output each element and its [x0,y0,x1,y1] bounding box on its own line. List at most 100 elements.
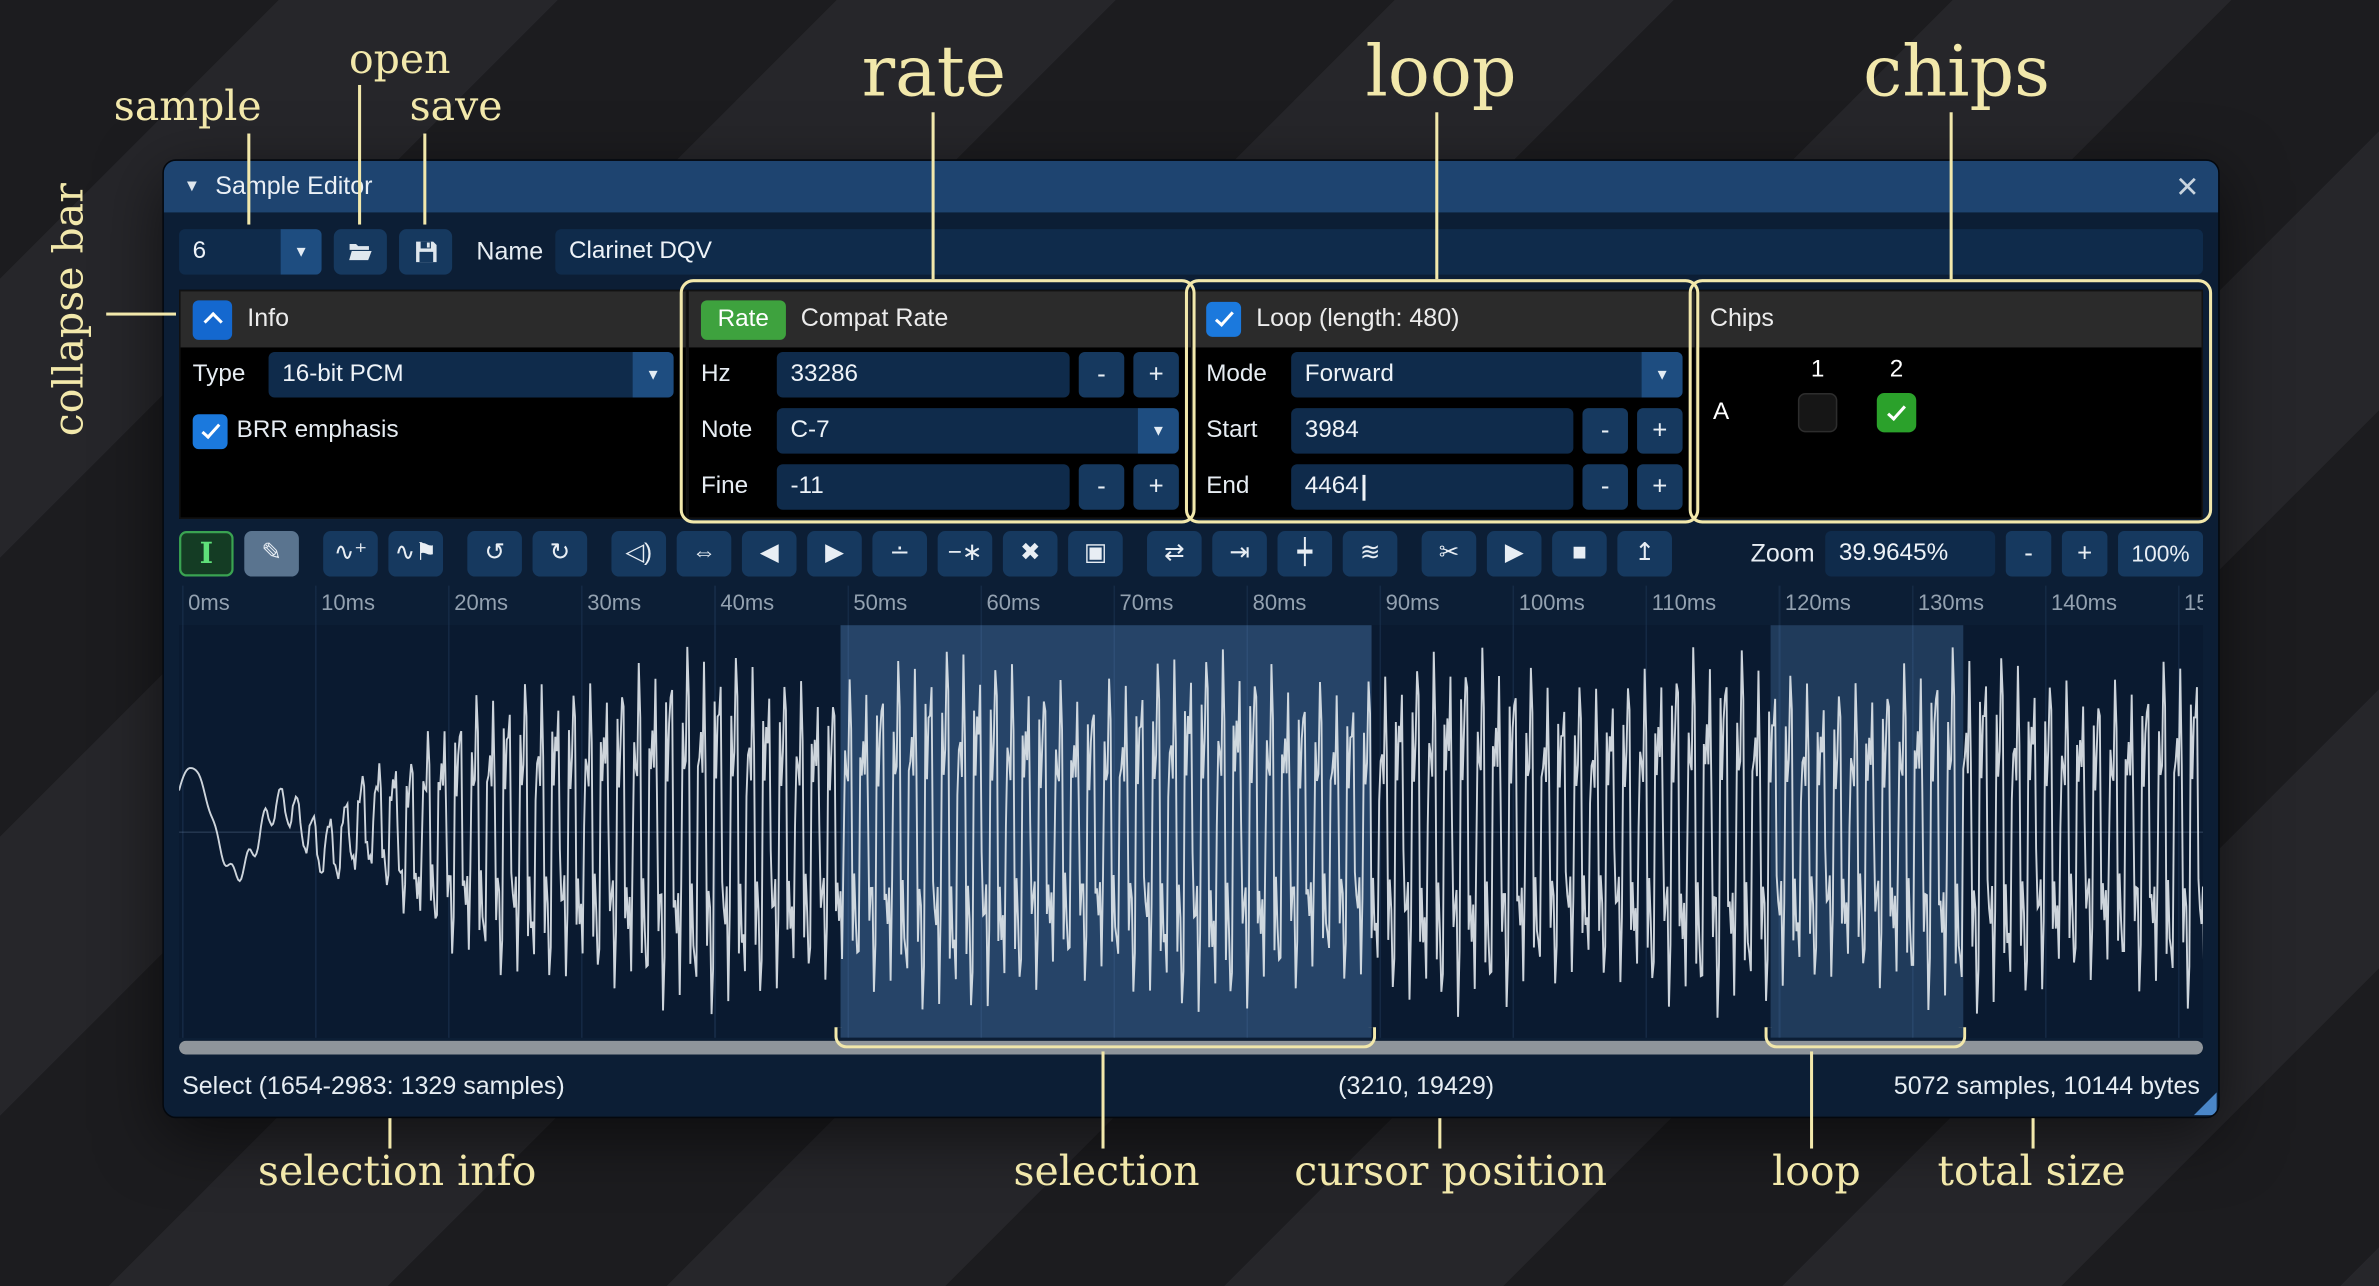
status-bar: Select (1654-2983: 1329 samples) (3210, … [179,1054,2203,1118]
zoom-in-button[interactable]: + [2062,531,2108,577]
timeline-label: 80ms [1253,592,1307,616]
preview-play-button[interactable]: ▶ [1487,531,1542,577]
chip-2-checkbox[interactable] [1877,393,1916,432]
annotation-sample: sample [114,83,262,130]
chevron-down-icon[interactable]: ▼ [1642,352,1683,398]
preview-stop-button[interactable]: ■ [1552,531,1607,577]
rate-toggle-badge[interactable]: Rate [701,300,786,339]
waveform-display[interactable] [179,625,2203,1038]
loop-mode-label: Mode [1206,361,1282,388]
fine-decrease-button[interactable]: - [1079,464,1125,510]
loop-enable-checkbox[interactable] [1206,302,1241,337]
timeline-label: 120ms [1785,592,1851,616]
insert-point-icon: ┿ [1297,542,1312,566]
annotation-rate: rate [862,30,1006,112]
loop-end-decrease-button[interactable]: - [1582,464,1628,510]
loop-end-increase-button[interactable]: + [1637,464,1683,510]
timeline-label: 100ms [1519,592,1585,616]
sample-type-dropdown[interactable]: 16-bit PCM ▼ [269,352,674,398]
normalize-button[interactable]: ⇔ [677,531,732,577]
open-button[interactable] [334,229,387,275]
loop-end-input[interactable]: 4464 [1291,464,1573,510]
trim-button[interactable]: ▣ [1068,531,1123,577]
fine-input[interactable]: -11 [777,464,1070,510]
chevron-down-icon[interactable]: ▼ [281,229,322,275]
hz-input[interactable]: 33286 [777,352,1070,398]
loop-mode-dropdown[interactable]: Forward ▼ [1291,352,1682,398]
hz-decrease-button[interactable]: - [1079,352,1125,398]
resample-button[interactable]: ∿⚑ [388,531,443,577]
make-wavetable-icon: ↥ [1634,542,1654,566]
timeline-label: 90ms [1386,592,1440,616]
timeline-ruler[interactable]: 0ms10ms20ms30ms40ms50ms60ms70ms80ms90ms1… [179,586,2203,625]
check-icon [1214,307,1233,327]
preview-stop-icon: ■ [1572,542,1587,566]
edit-mode-draw-button[interactable]: ✎ [244,531,299,577]
insert-silence-button[interactable]: ∸ [872,531,927,577]
titlebar[interactable]: ▼ Sample Editor × [164,161,2218,213]
zoom-reset-button[interactable]: 100% [2118,531,2203,577]
fade-out-button[interactable]: ▶ [807,531,862,577]
chevron-down-icon[interactable]: ▼ [1138,408,1179,454]
sample-name-input[interactable]: Clarinet DQV [555,229,2203,275]
text-caret [1362,474,1365,500]
redo-button[interactable]: ↻ [533,531,588,577]
status-selection-info: Select (1654-2983: 1329 samples) [182,1073,565,1102]
check-icon [201,419,220,439]
annotation-selection-info: selection info [258,1149,537,1196]
sample-name-value: Clarinet DQV [569,238,712,265]
resize-grip[interactable] [2194,1092,2217,1115]
sample-type-value: 16-bit PCM [269,352,633,398]
timeline-label: 30ms [587,592,641,616]
scrollbar-thumb[interactable] [179,1041,2203,1055]
loop-start-value: 3984 [1305,417,1359,444]
undo-icon: ↺ [484,542,504,566]
rate-panel-title: Compat Rate [801,305,949,334]
flip-selection-button[interactable]: ⇄ [1147,531,1202,577]
fine-label: Fine [701,473,768,500]
delete-icon: ✖ [1020,542,1040,566]
fade-in-button[interactable]: ◀ [742,531,797,577]
undo-button[interactable]: ↺ [467,531,522,577]
sample-selector[interactable]: 6 ▼ [179,229,322,275]
filter-button[interactable]: ≋ [1343,531,1398,577]
edit-mode-select-button[interactable]: I [179,531,234,577]
zoom-input[interactable]: 39.9645% [1825,531,1995,577]
loop-end-value: 4464 [1305,473,1359,500]
save-button[interactable] [399,229,452,275]
apply-silence-button[interactable]: −∗ [938,531,993,577]
resize-button[interactable]: ∿⁺ [323,531,378,577]
annotation-chips: chips [1863,30,2050,112]
make-wavetable-button[interactable]: ↥ [1617,531,1672,577]
insert-point-button[interactable]: ┿ [1277,531,1332,577]
hz-increase-button[interactable]: + [1133,352,1179,398]
delete-button[interactable]: ✖ [1003,531,1058,577]
close-button[interactable]: × [2176,171,2198,201]
loop-start-increase-button[interactable]: + [1637,408,1683,454]
brr-emphasis-checkbox[interactable] [193,413,228,448]
crossfade-loop-button[interactable]: ✂ [1422,531,1477,577]
chip-column-1: 1 [1798,357,1837,384]
collapse-info-button[interactable] [193,300,232,339]
chevron-down-icon[interactable]: ▼ [633,352,674,398]
amplify-button[interactable]: ◁) [611,531,666,577]
chips-panel: Chips 1 2 A [1696,290,2203,519]
zoom-out-button[interactable]: - [2006,531,2052,577]
waveform-scrollbar[interactable] [179,1041,2203,1055]
resize-icon: ∿⁺ [334,542,367,566]
toolbar: I✎∿⁺∿⚑↺↻◁)⇔◀▶∸−∗✖▣⇄⇥┿≋✂▶■↥ Zoom 39.9645%… [179,531,2203,577]
loop-start-decrease-button[interactable]: - [1582,408,1628,454]
loop-end-label: End [1206,473,1282,500]
filter-icon: ≋ [1360,542,1380,566]
hz-label: Hz [701,361,768,388]
chip-1-checkbox[interactable] [1798,393,1837,432]
insert-silence-icon: ∸ [890,542,910,566]
fine-increase-button[interactable]: + [1133,464,1179,510]
folder-open-icon [346,239,375,265]
chord-preview-button[interactable]: ⇥ [1212,531,1267,577]
annotation-line-cursor [1438,1118,1441,1148]
loop-start-input[interactable]: 3984 [1291,408,1573,454]
window-collapse-icon[interactable]: ▼ [184,178,201,196]
note-dropdown[interactable]: C-7 ▼ [777,408,1179,454]
timeline-label: 40ms [720,592,774,616]
